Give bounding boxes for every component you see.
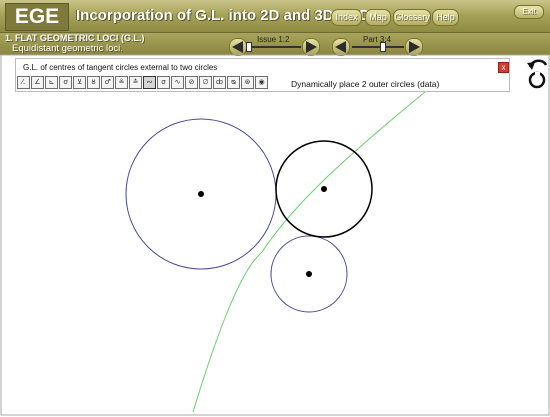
tool-button[interactable]: ≗ xyxy=(115,76,128,89)
tool-button[interactable]: ♂ xyxy=(101,76,114,89)
tool-button[interactable]: ⊛ xyxy=(241,76,254,89)
tool-button[interactable]: ∠ xyxy=(31,76,44,89)
tool-button[interactable]: ⊻ xyxy=(73,76,86,89)
panel-status: Dynamically place 2 outer circles (data) xyxy=(291,79,440,89)
tool-button[interactable]: σ xyxy=(157,76,170,89)
panel-title: G.L. of centres of tangent circles exter… xyxy=(23,63,218,72)
center-point-tangent xyxy=(321,186,327,192)
tool-button[interactable]: ⁄. xyxy=(17,76,30,89)
close-icon[interactable]: x xyxy=(498,62,509,73)
refresh-icon[interactable] xyxy=(528,71,546,89)
tool-button[interactable]: ⊾ xyxy=(45,76,58,89)
undo-icon[interactable] xyxy=(527,59,548,70)
tool-button[interactable]: ◉ xyxy=(255,76,268,89)
tool-button[interactable]: ȸ xyxy=(213,76,226,89)
tool-button[interactable]: ∅ xyxy=(199,76,212,89)
locus-curve xyxy=(192,91,426,413)
canvas-border xyxy=(0,54,550,416)
toolbar: ⁄. ∠ ⊾ ơ ⊻ ȣ ♂ ≗ ≛ ∾ σ ∿ ⊘ ∅ ȸ ᴓ ⊛ ◉ xyxy=(17,75,269,90)
tool-button[interactable]: ơ xyxy=(59,76,72,89)
tool-button-active[interactable]: ∾ xyxy=(143,76,156,89)
tool-button[interactable]: ≛ xyxy=(129,76,142,89)
tool-button[interactable]: ᴓ xyxy=(227,76,240,89)
tool-button[interactable]: ȣ xyxy=(87,76,100,89)
center-point-large xyxy=(198,191,204,197)
tool-panel: G.L. of centres of tangent circles exter… xyxy=(15,58,510,92)
side-controls xyxy=(527,59,548,89)
center-point-small xyxy=(306,271,312,277)
tool-button[interactable]: ⊘ xyxy=(185,76,198,89)
tool-button[interactable]: ∿ xyxy=(171,76,184,89)
